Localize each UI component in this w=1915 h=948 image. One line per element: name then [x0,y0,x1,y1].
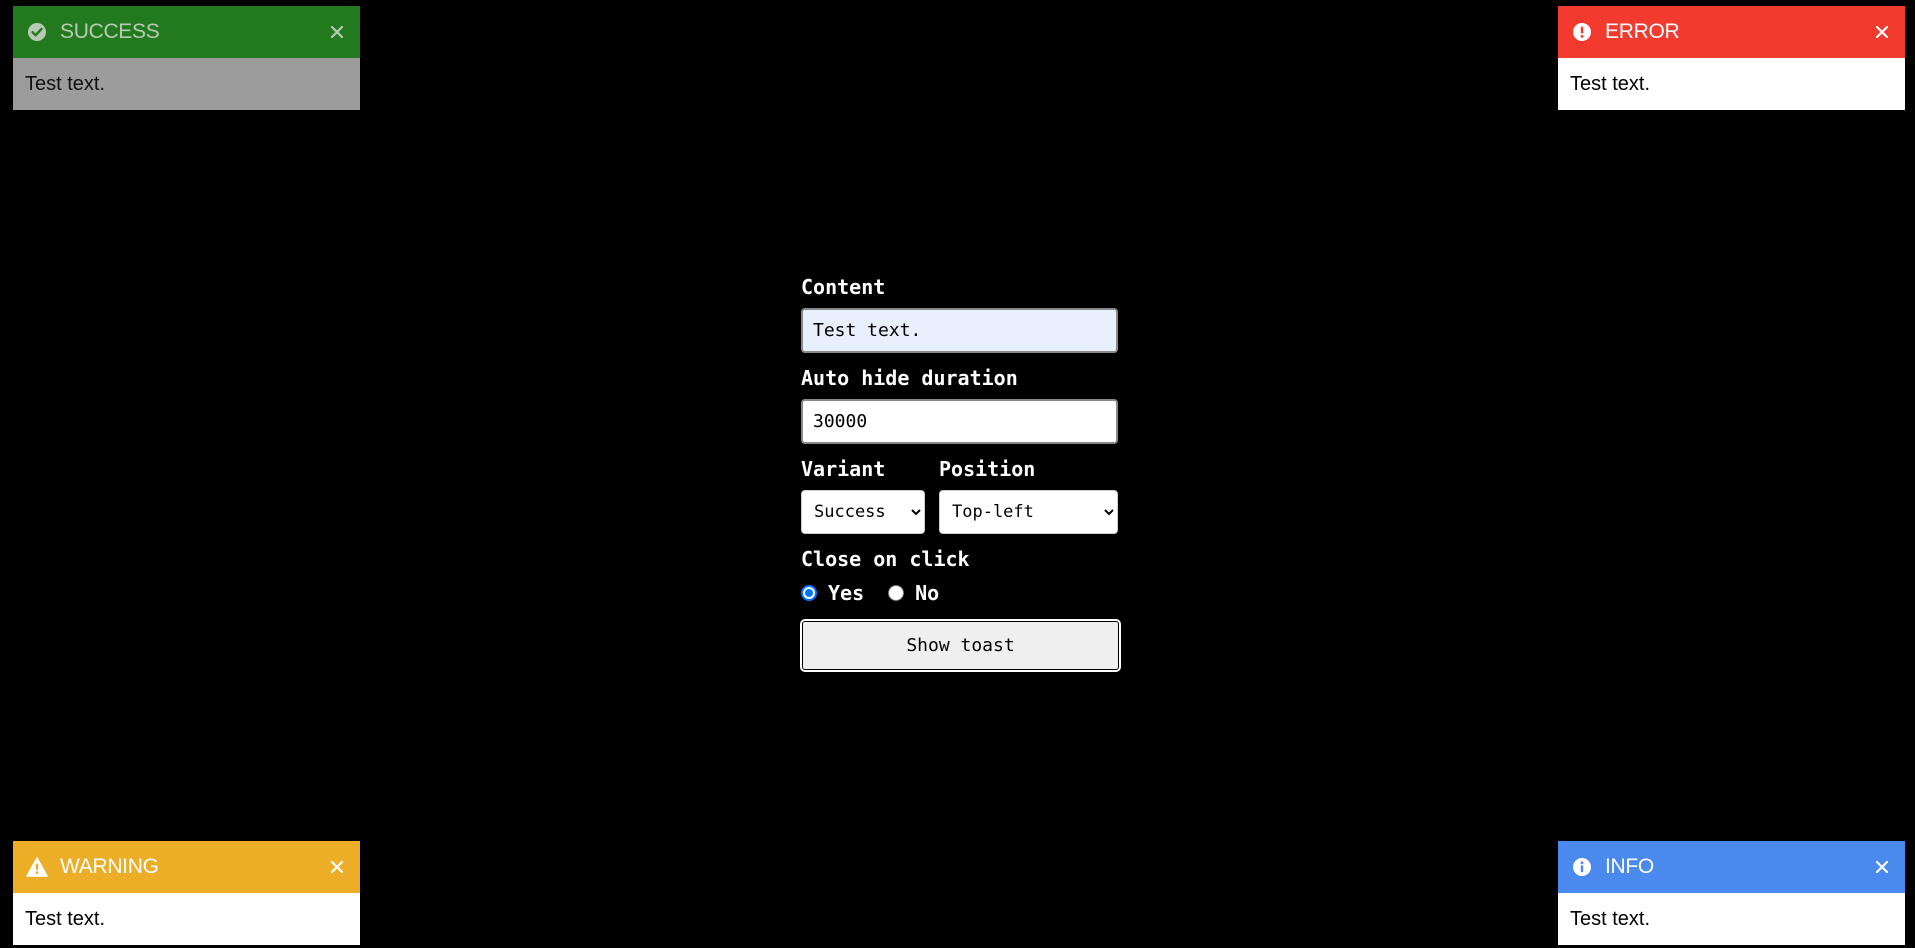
close-on-click-radios: Yes No [801,576,1118,610]
toast-info: INFO Test text. [1558,841,1905,945]
toast-title: ERROR [1605,20,1680,43]
close-on-click-label: Close on click [801,547,970,571]
variant-select[interactable]: Success [801,490,925,534]
toast-error-header: ERROR [1558,6,1905,58]
check-circle-icon [26,21,48,43]
close-icon[interactable] [1871,856,1893,878]
toast-config-form: Content Auto hide duration Variant Succe… [800,272,1121,672]
radio-no-label: No [915,581,940,605]
toast-success-header: SUCCESS [13,6,360,58]
radio-yes[interactable]: Yes [801,581,864,605]
info-circle-icon [1571,856,1593,878]
radio-yes-button[interactable] [801,585,817,601]
duration-label: Auto hide duration [801,366,1018,390]
toast-title: SUCCESS [60,20,160,43]
toast-warning: WARNING Test text. [13,841,360,945]
radio-no[interactable]: No [888,581,939,605]
toast-error: ERROR Test text. [1558,6,1905,110]
show-toast-button[interactable]: Show toast [800,619,1121,672]
duration-input[interactable] [801,399,1118,444]
toast-success: SUCCESS Test text. [13,6,360,110]
toast-message: Test text. [13,893,360,945]
variant-column: Variant Success [801,454,925,544]
toast-message: Test text. [1558,893,1905,945]
toast-title: INFO [1605,855,1654,878]
variant-label: Variant [801,457,886,481]
close-icon[interactable] [326,21,348,43]
close-icon[interactable] [326,856,348,878]
exclamation-circle-icon [1571,21,1593,43]
toast-message: Test text. [1558,58,1905,110]
position-column: Position Top-left [939,454,1118,544]
content-input[interactable] [801,308,1118,353]
toast-warning-header: WARNING [13,841,360,893]
warning-triangle-icon [26,856,48,878]
variant-position-row: Variant Success Position Top-left [801,454,1118,544]
position-select[interactable]: Top-left [939,490,1118,534]
toast-title: WARNING [60,855,159,878]
content-label: Content [801,275,886,299]
radio-yes-label: Yes [828,581,865,605]
position-label: Position [939,457,1036,481]
close-icon[interactable] [1871,21,1893,43]
radio-no-button[interactable] [888,585,905,601]
toast-info-header: INFO [1558,841,1905,893]
toast-message: Test text. [13,58,360,110]
